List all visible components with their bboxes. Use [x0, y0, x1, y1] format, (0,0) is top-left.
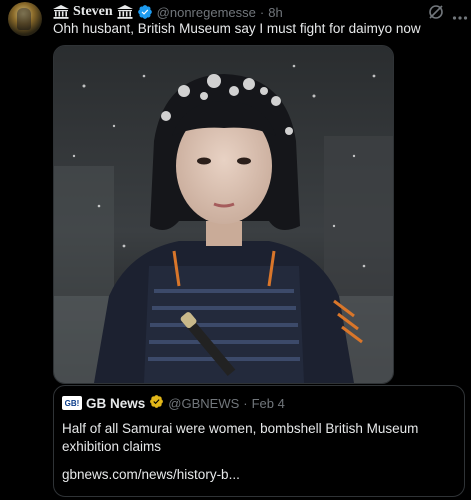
quote-author-name[interactable]: GB News [86, 396, 145, 411]
quote-header: GB! GB News @GBNEWS · Feb 4 [62, 394, 285, 412]
quote-tweet-card[interactable]: GB! GB News @GBNEWS · Feb 4 Half of all … [53, 385, 465, 497]
author-display-name: Steven [73, 4, 113, 19]
separator-dot: · [243, 395, 248, 411]
tweet-text: Ohh husbant, British Museum say I must f… [53, 21, 421, 36]
museum-icon [53, 5, 69, 19]
verified-badge-icon[interactable] [137, 4, 153, 20]
tweet-photo[interactable] [53, 45, 394, 384]
tweet-timestamp[interactable]: 8h [268, 5, 282, 20]
author-handle[interactable]: @nonregemesse [157, 5, 256, 20]
tweet[interactable]: Steven @nonregemesse · 8h Ohh husbant, B… [0, 0, 471, 500]
quote-text: Half of all Samurai were women, bombshel… [62, 421, 419, 454]
gold-verified-badge-icon[interactable] [149, 394, 164, 412]
author-avatar[interactable] [8, 2, 42, 36]
gb-news-logo: GB! [62, 396, 82, 410]
separator-dot: · [259, 4, 265, 20]
quote-timestamp[interactable]: Feb 4 [252, 396, 285, 411]
quote-link[interactable]: gbnews.com/news/history-b... [62, 467, 240, 482]
museum-icon [116, 5, 133, 19]
author-name-link[interactable]: Steven [73, 4, 113, 20]
more-options-icon[interactable] [452, 8, 468, 20]
quote-author-handle[interactable]: @GBNEWS [168, 396, 239, 411]
tweet-header: Steven @nonregemesse · 8h [53, 3, 283, 21]
grok-icon[interactable] [428, 4, 444, 20]
